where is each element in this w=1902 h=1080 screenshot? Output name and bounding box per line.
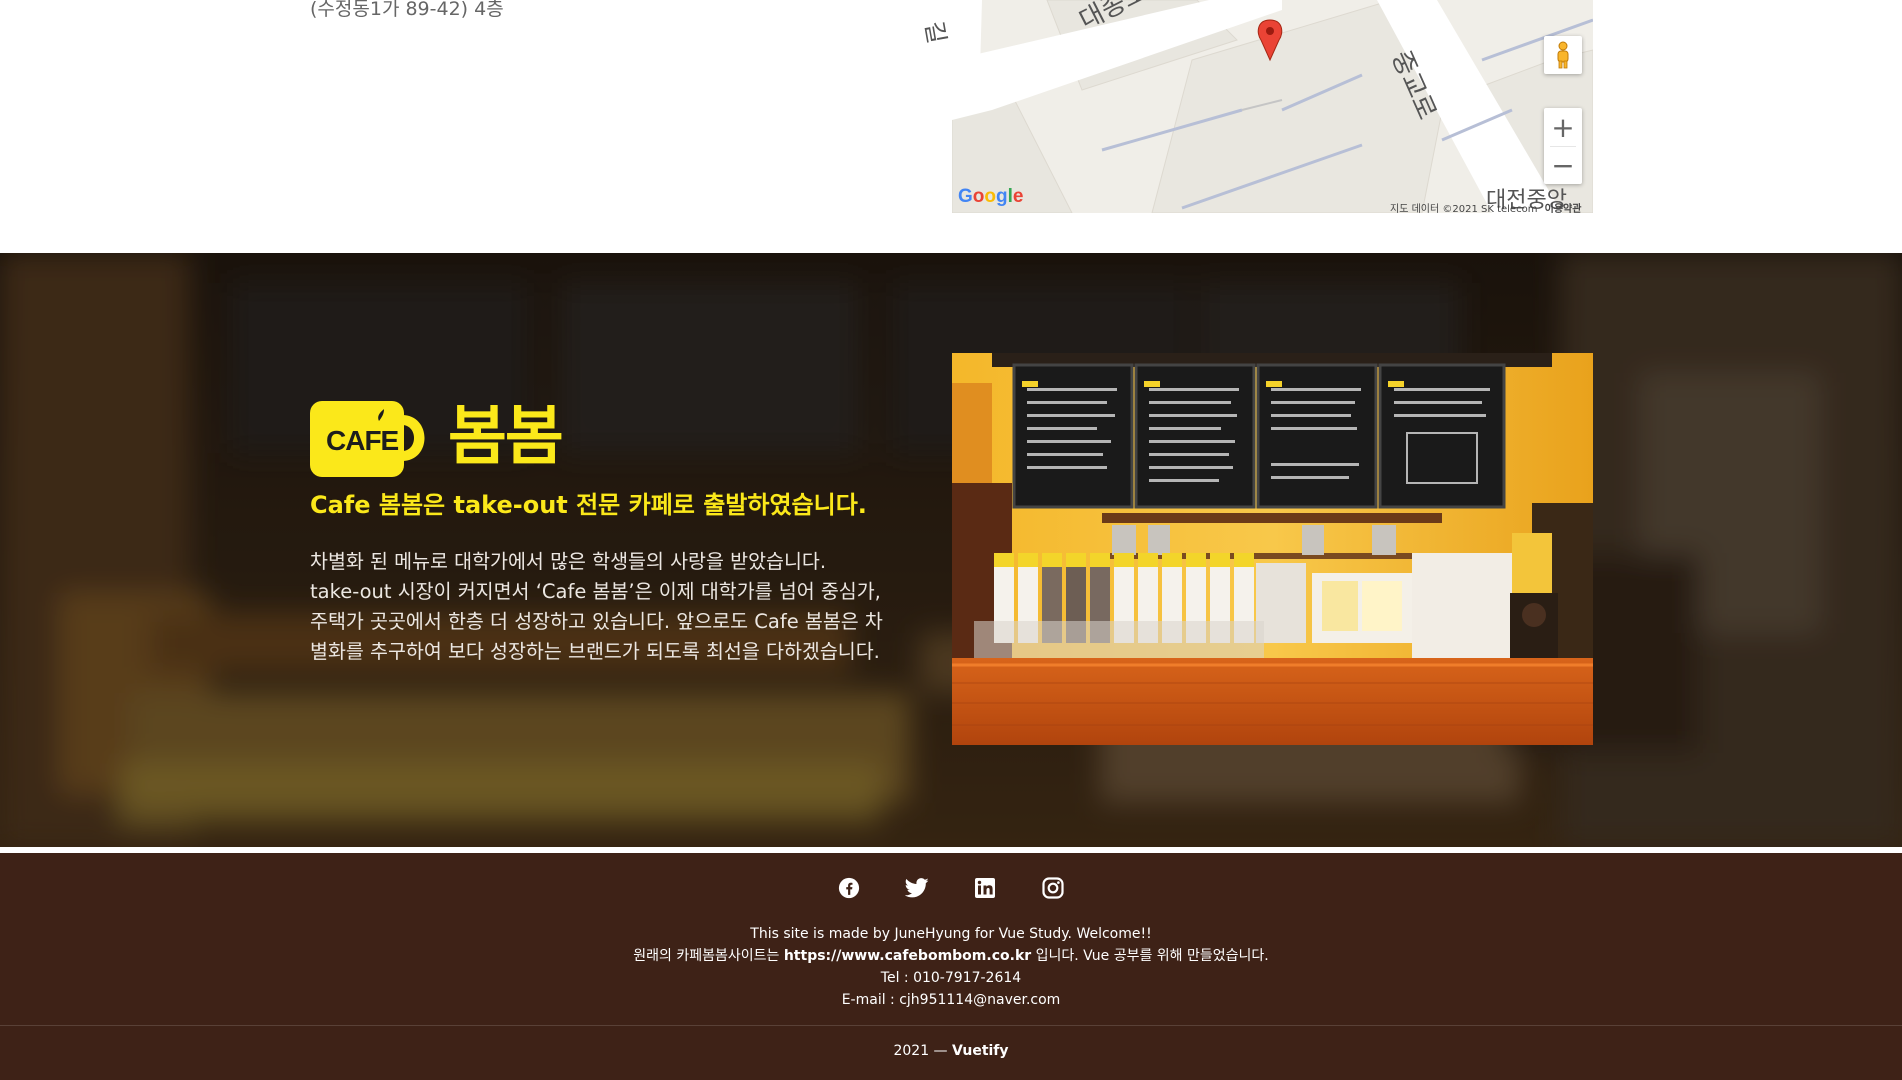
tel-text: Tel : 010-7917-2614 — [880, 970, 1022, 986]
email-text: E-mail : cjh951114@naver.com — [841, 992, 1061, 1008]
original-site-suffix: 입니다. Vue 공부를 위해 만들었습니다. — [1031, 948, 1269, 964]
social-links — [0, 873, 1902, 903]
zoom-divider — [1550, 146, 1576, 147]
footer-divider — [0, 1025, 1902, 1026]
original-site-link[interactable]: https://www.cafebombom.co.kr — [784, 948, 1031, 964]
google-logo[interactable]: Google — [958, 186, 1023, 208]
about-headline: Cafe 봄봄은 take-out 전문 카페로 출발하였습니다. — [310, 491, 867, 519]
cafe-counter-photo — [952, 353, 1593, 745]
cafe-logo[interactable]: CAFE 봄봄 — [310, 395, 564, 485]
twitter-icon[interactable] — [902, 873, 932, 903]
framework-name: Vuetify — [952, 1043, 1009, 1059]
about-section: CAFE 봄봄 Cafe 봄봄은 take-out 전문 카페로 출발하였습니다… — [0, 253, 1902, 847]
about-line: 차별화 된 메뉴로 대학가에서 많은 학생들의 사랑을 받았습니다. — [310, 550, 827, 573]
site-footer: This site is made by JuneHyung for Vue S… — [0, 853, 1902, 1080]
map-attribution: 지도 데이터 ©2021 SK telecom 이용약관 — [1390, 200, 1581, 215]
google-logo-text: Google — [958, 186, 1024, 207]
address-text: (수정동1가 89-42) 4층 — [310, 0, 504, 20]
map-zoom-control: + − — [1544, 108, 1582, 184]
made-by-text: This site is made by JuneHyung for Vue S… — [750, 926, 1152, 942]
pegman-icon[interactable] — [1544, 36, 1582, 74]
zoom-out-button[interactable]: − — [1544, 146, 1582, 184]
map-terms-link[interactable]: 이용약관 — [1545, 204, 1582, 215]
map-attribution-text: 지도 데이터 ©2021 SK telecom — [1390, 204, 1538, 215]
logo-brand-name: 봄봄 — [448, 400, 564, 474]
about-description: 차별화 된 메뉴로 대학가에서 많은 학생들의 사랑을 받았습니다. take-… — [310, 547, 950, 667]
zoom-in-button[interactable]: + — [1544, 108, 1582, 146]
instagram-icon[interactable] — [1038, 873, 1068, 903]
linkedin-icon[interactable] — [970, 873, 1000, 903]
logo-cafe-label: CAFE — [326, 425, 399, 456]
about-line: 별화를 추구하여 보다 성장하는 브랜드가 되도록 최선을 다하겠습니다. — [310, 640, 880, 663]
copyright-year: 2021 — — [893, 1043, 948, 1059]
location-section: (수정동1가 89-42) 4층 대종로 중교로 길 대전중앙 + − Goog… — [0, 0, 1902, 253]
original-site-text: 원래의 카페봄봄사이트는 https://www.cafebombom.co.k… — [0, 945, 1902, 967]
background-overlay — [0, 253, 1902, 847]
copyright: 2021 — Vuetify — [0, 1043, 1902, 1059]
about-line: 주택가 곳곳에서 한층 더 성장하고 있습니다. 앞으로도 Cafe 봄봄은 차 — [310, 610, 883, 633]
facebook-icon[interactable] — [834, 873, 864, 903]
footer-info: This site is made by JuneHyung for Vue S… — [0, 923, 1902, 1011]
original-site-prefix: 원래의 카페봄봄사이트는 — [633, 948, 784, 964]
about-line: take-out 시장이 커지면서 ‘Cafe 봄봄’은 이제 대학가를 넘어 … — [310, 580, 881, 603]
